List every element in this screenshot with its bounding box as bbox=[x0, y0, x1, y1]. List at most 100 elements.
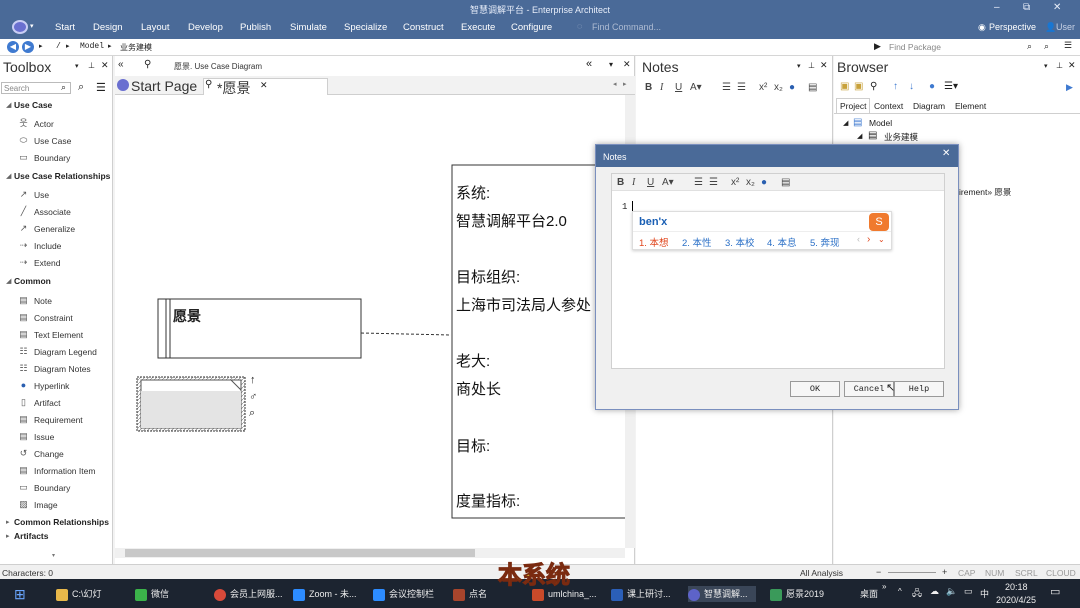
collapse-icon[interactable]: ◢ bbox=[843, 119, 848, 127]
close-tab-icon[interactable]: ✕ bbox=[260, 80, 268, 91]
menu-configure[interactable]: Configure bbox=[511, 22, 552, 33]
next-page-icon[interactable]: › bbox=[867, 234, 870, 245]
tab-list-icon[interactable]: ▾ bbox=[609, 60, 613, 69]
numbered-list-icon[interactable]: ☰ bbox=[737, 82, 746, 93]
tool-artifact[interactable]: Artifact bbox=[34, 398, 60, 408]
history-chevron-icon[interactable]: ▸ bbox=[39, 42, 43, 50]
taskbar-item[interactable]: 会员上网服... bbox=[214, 586, 283, 602]
perspective-button[interactable]: Perspective bbox=[989, 22, 1036, 32]
windows-start-icon[interactable]: ⊞ bbox=[14, 586, 26, 603]
scroll-down-icon[interactable]: ▾ bbox=[52, 552, 55, 559]
insert-icon[interactable]: ▤ bbox=[781, 177, 790, 188]
tool-diagram-legend[interactable]: Diagram Legend bbox=[34, 347, 97, 357]
close-pane-icon[interactable]: ✕ bbox=[1068, 60, 1076, 71]
move-down-icon[interactable]: ↓ bbox=[909, 81, 914, 92]
zoom-icon[interactable]: ⌕ bbox=[249, 407, 255, 420]
browser-menu-icon[interactable]: ☰▾ bbox=[944, 81, 958, 92]
zoom-out-icon[interactable]: − bbox=[876, 567, 881, 577]
dialog-header[interactable]: Notes ✕ bbox=[596, 145, 958, 167]
tool-include[interactable]: Include bbox=[34, 241, 61, 251]
tree-business-modeling[interactable]: 业务建模 bbox=[884, 131, 918, 143]
battery-icon[interactable]: ▭ bbox=[964, 586, 973, 597]
tool-extend[interactable]: Extend bbox=[34, 258, 60, 268]
tool-change[interactable]: Change bbox=[34, 449, 64, 459]
help-button[interactable]: Help bbox=[894, 381, 944, 397]
expand-icon[interactable]: ▸ bbox=[6, 518, 10, 526]
notes-editor[interactable]: B I U A▾ ☰ ☰ x² x₂ ● ▤ 1 bbox=[611, 173, 945, 369]
ea-logo-icon[interactable] bbox=[12, 20, 28, 34]
taskbar-item[interactable]: 愿景2019 bbox=[770, 586, 824, 602]
close-window-button[interactable]: ✕ bbox=[1053, 2, 1061, 13]
section-artifacts[interactable]: Artifacts bbox=[14, 531, 48, 541]
ime-candidate[interactable]: 3. 本校 bbox=[725, 235, 755, 249]
play-icon[interactable]: ▶ bbox=[874, 41, 881, 52]
scroll-tabs-left-icon[interactable]: ◂ bbox=[613, 80, 617, 88]
pane-dropdown-icon[interactable]: ▾ bbox=[75, 62, 79, 70]
pin-icon[interactable]: ⊥ bbox=[1056, 61, 1063, 70]
menu-specialize[interactable]: Specialize bbox=[344, 22, 387, 33]
menu-design[interactable]: Design bbox=[93, 22, 123, 33]
insert-icon[interactable]: ▤ bbox=[808, 82, 817, 93]
taskbar-item-active[interactable]: 智慧调解... bbox=[688, 586, 756, 602]
tool-actor[interactable]: Actor bbox=[34, 119, 54, 129]
numbered-list-icon[interactable]: ☰ bbox=[709, 177, 718, 188]
app-menu-chevron-icon[interactable]: ▾ bbox=[30, 22, 34, 30]
minimize-button[interactable]: – bbox=[994, 2, 1000, 13]
tab-context[interactable]: Context bbox=[874, 101, 903, 111]
tool-note[interactable]: Note bbox=[34, 296, 52, 306]
menu-lines-icon[interactable]: ☰ bbox=[1064, 40, 1072, 51]
path-root[interactable]: / bbox=[56, 42, 61, 51]
clock-date[interactable]: 2020/4/25 bbox=[996, 595, 1036, 605]
font-color-icon[interactable]: A▾ bbox=[662, 177, 674, 188]
expand-candidates-icon[interactable]: ⌄ bbox=[878, 235, 885, 244]
section-use-case[interactable]: Use Case bbox=[14, 100, 52, 110]
new-folder-icon[interactable]: ▣ bbox=[854, 81, 863, 92]
zoom-in-icon[interactable]: + bbox=[942, 567, 947, 577]
ime-indicator[interactable]: 中 bbox=[980, 587, 989, 600]
restore-button[interactable]: ⧉ bbox=[1023, 2, 1030, 13]
quick-link-arrow-icon[interactable]: ↑ bbox=[250, 374, 256, 386]
tree-requirement-vision[interactable]: irement» 愿景 bbox=[959, 186, 1011, 198]
section-use-case-relationships[interactable]: Use Case Relationships bbox=[14, 171, 110, 181]
perspective-status[interactable]: All Analysis bbox=[800, 568, 843, 578]
ime-candidate[interactable]: 4. 本息 bbox=[767, 235, 797, 249]
tab-element[interactable]: Element bbox=[955, 101, 986, 111]
search-icon[interactable]: ⌕ bbox=[1027, 41, 1032, 52]
toolbox-search-input[interactable]: Search bbox=[4, 84, 29, 93]
hyperlink-icon[interactable]: ● bbox=[789, 82, 795, 93]
taskbar-item[interactable]: 会议控制栏 bbox=[373, 586, 434, 602]
menu-execute[interactable]: Execute bbox=[461, 22, 495, 33]
tab-vision[interactable]: *愿景 bbox=[214, 78, 253, 96]
search-icon[interactable]: ⌕ bbox=[61, 82, 66, 93]
tool-boundary[interactable]: Boundary bbox=[34, 153, 70, 163]
vision-element-title[interactable]: 愿景 bbox=[173, 306, 201, 326]
tab-project[interactable]: Project bbox=[840, 101, 866, 111]
ime-candidate[interactable]: 2. 本性 bbox=[682, 235, 712, 249]
zoom-slider[interactable] bbox=[888, 572, 936, 573]
menu-layout[interactable]: Layout bbox=[141, 22, 170, 33]
menu-develop[interactable]: Develop bbox=[188, 22, 223, 33]
expand-icon[interactable]: ▸ bbox=[6, 532, 10, 540]
tool-diagram-notes[interactable]: Diagram Notes bbox=[34, 364, 91, 374]
collapse-icon[interactable]: ◢ bbox=[6, 101, 11, 109]
taskbar-item[interactable]: C:\幻灯 bbox=[56, 586, 102, 602]
section-common[interactable]: Common bbox=[14, 276, 51, 286]
pin-icon[interactable]: ⊥ bbox=[808, 61, 815, 70]
path-model[interactable]: Model bbox=[80, 42, 104, 51]
taskbar-item[interactable]: 微信 bbox=[135, 586, 169, 602]
tool-generalize[interactable]: Generalize bbox=[34, 224, 75, 234]
tab-diagram[interactable]: Diagram bbox=[913, 101, 945, 111]
find-command-input[interactable]: Find Command... bbox=[592, 22, 661, 32]
subscript-icon[interactable]: x₂ bbox=[774, 82, 783, 93]
tree-model[interactable]: Model bbox=[869, 118, 892, 128]
tool-hyperlink[interactable]: Hyperlink bbox=[34, 381, 69, 391]
italic-icon[interactable]: I bbox=[632, 177, 635, 188]
forward-icon[interactable]: ▶ bbox=[22, 41, 34, 53]
taskbar-item[interactable]: 点名 bbox=[453, 586, 487, 602]
tab-start-page[interactable]: Start Page bbox=[128, 78, 200, 95]
user-button[interactable]: User bbox=[1056, 22, 1075, 32]
speaker-icon[interactable]: 🔈 bbox=[946, 586, 957, 597]
ok-button[interactable]: OK bbox=[790, 381, 840, 397]
italic-icon[interactable]: I bbox=[660, 82, 663, 93]
find-options-icon[interactable]: ⌕ bbox=[1044, 41, 1049, 52]
